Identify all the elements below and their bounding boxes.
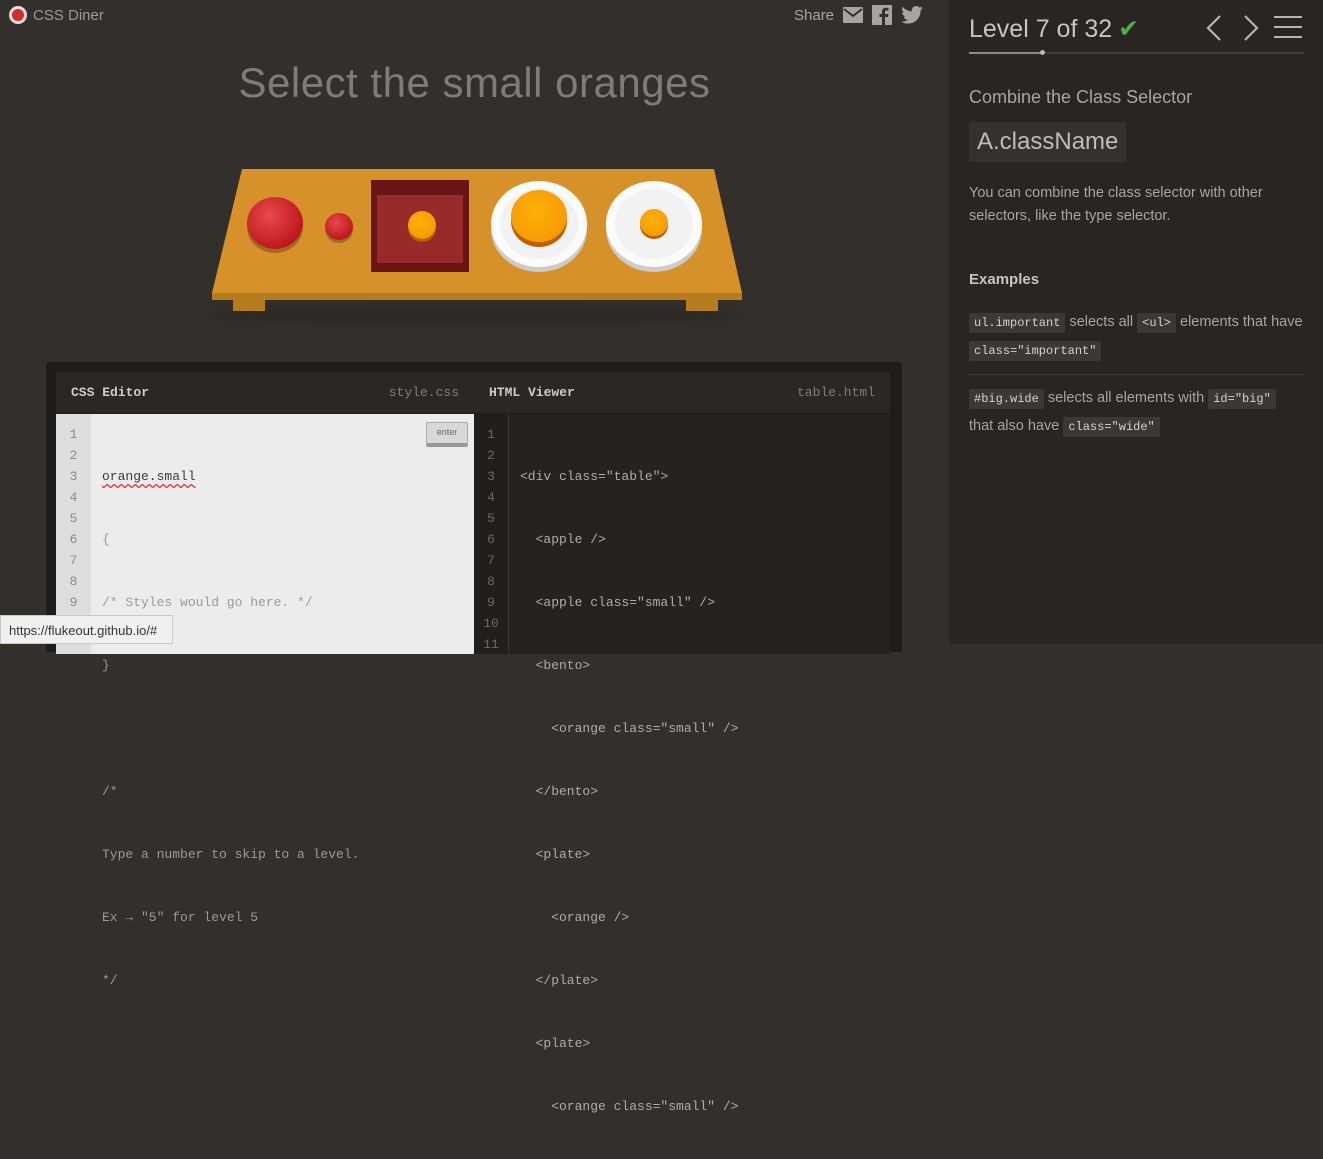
logo[interactable]: CSS Diner xyxy=(9,6,104,24)
game-area: CSS Diner Share Select the small oranges… xyxy=(0,0,949,1114)
example-code: id="big" xyxy=(1208,389,1276,409)
twitter-icon[interactable] xyxy=(901,6,923,24)
examples-title: Examples xyxy=(969,271,1040,288)
orange-small-in-bento[interactable] xyxy=(408,211,436,239)
example-code: class="wide" xyxy=(1063,417,1160,437)
css-editor-title: CSS Editor xyxy=(71,385,150,400)
html-viewer-header: HTML Viewer table.html xyxy=(474,372,890,413)
share-label: Share xyxy=(794,6,835,24)
orange[interactable] xyxy=(511,190,567,242)
level-title: Level 7 of 32 xyxy=(969,15,1113,43)
level-header: Level 7 of 32 ✔ xyxy=(969,14,1139,44)
html-code: <div class="table"> <apple /> <apple cla… xyxy=(520,414,738,1159)
level-progress xyxy=(969,50,1304,55)
facebook-icon[interactable] xyxy=(872,5,893,25)
html-line[interactable]: <bento> xyxy=(520,655,738,676)
selector-syntax: A.className xyxy=(969,122,1127,162)
css-code: orange.small { /* Styles would go here. … xyxy=(102,469,360,988)
html-line[interactable]: <div class="table"> xyxy=(520,466,738,487)
html-line[interactable]: <plate> xyxy=(520,844,738,865)
level-instruction: Select the small oranges xyxy=(238,59,711,106)
example-code: #big.wide xyxy=(969,389,1044,409)
html-line[interactable]: </bento> xyxy=(520,781,738,802)
lesson-description: You can combine the class selector with … xyxy=(969,185,1263,224)
level-progress-fill xyxy=(969,52,1043,54)
html-viewer-filename: table.html xyxy=(796,385,875,400)
table-shadow xyxy=(210,305,740,325)
table-leg-right xyxy=(686,299,718,311)
html-viewer-title: HTML Viewer xyxy=(489,385,575,400)
apple[interactable] xyxy=(247,197,303,249)
sidebar: Level 7 of 32 ✔ Combine the Class Selecto… xyxy=(949,0,1323,644)
html-line[interactable]: <plate> xyxy=(520,1033,738,1054)
app-name: CSS Diner xyxy=(33,6,104,24)
chevron-left-icon xyxy=(1206,15,1221,41)
example-code: class="important" xyxy=(969,341,1102,361)
example: ul.important selects all <ul> elements t… xyxy=(969,309,1304,365)
html-line[interactable]: <apple /> xyxy=(520,529,738,550)
html-viewer-body: 123 456 789 10 11 <div class="table"> <ap… xyxy=(474,414,890,1114)
previous-level-button[interactable] xyxy=(1202,14,1226,42)
next-level-button[interactable] xyxy=(1239,14,1263,42)
html-line[interactable]: <apple class="small" /> xyxy=(520,592,738,613)
lesson-subtitle: Combine the Class Selector xyxy=(969,87,1193,107)
example: #big.wide selects all elements with id="… xyxy=(969,385,1304,441)
html-line[interactable]: <orange /> xyxy=(520,907,738,928)
mail-icon[interactable] xyxy=(843,7,864,23)
example-code: <ul> xyxy=(1137,313,1176,333)
html-line[interactable]: <orange class="small" /> xyxy=(520,1096,738,1117)
apple-small[interactable] xyxy=(325,213,353,240)
css-selector-input[interactable]: orange.small xyxy=(102,469,196,484)
chevron-right-icon xyxy=(1244,15,1259,41)
editor: CSS Editor style.css HTML Viewer table.h… xyxy=(46,362,902,1114)
status-bar-url: https://flukeout.github.io/# xyxy=(0,615,173,644)
html-line[interactable]: <orange class="small" /> xyxy=(520,718,738,739)
html-line-numbers: 123 456 789 10 11 xyxy=(474,414,509,654)
css-editor-header: CSS Editor style.css xyxy=(56,372,474,413)
level-progress-marker xyxy=(1040,50,1046,55)
check-icon: ✔ xyxy=(1118,15,1140,43)
enter-button[interactable]: enter xyxy=(426,422,468,447)
menu-icon[interactable] xyxy=(1274,16,1302,40)
share-bar: Share xyxy=(794,5,923,25)
example-code: ul.important xyxy=(969,313,1066,333)
divider xyxy=(969,374,1304,375)
html-line[interactable]: </plate> xyxy=(520,970,738,991)
css-editor-filename: style.css xyxy=(388,385,459,400)
orange-small-on-plate[interactable] xyxy=(640,209,668,236)
table-leg-left xyxy=(233,299,265,311)
logo-icon xyxy=(9,6,27,24)
